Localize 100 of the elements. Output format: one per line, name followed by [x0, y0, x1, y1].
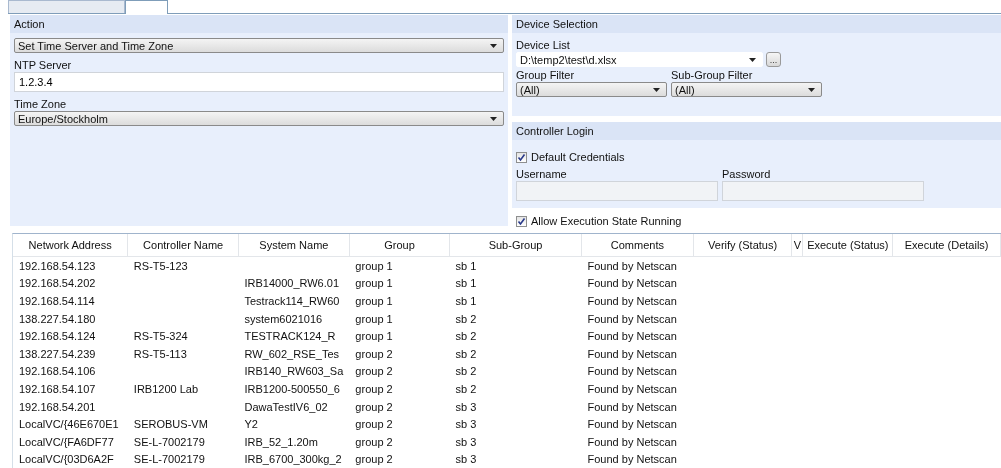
table-cell-text: 138.227.54.180 [18, 311, 97, 327]
column-header[interactable]: Network Address [13, 234, 128, 257]
table-cell-text: Found by Netscan [586, 452, 678, 468]
table-cell-text: LocalVC/{03D6A2F [18, 452, 115, 468]
table-cell: group 1 [349, 256, 450, 275]
table-cell-text: SEROBUS-VM [132, 417, 209, 433]
password-field[interactable] [722, 181, 924, 201]
table-cell-text: Found by Netscan [586, 364, 678, 380]
table-cell-text: Found by Netscan [586, 294, 678, 309]
table-cell-text: 138.227.54.239 [18, 346, 97, 362]
tab[interactable] [8, 0, 125, 13]
field-label: NTP Server [14, 59, 73, 72]
table-cell-text: sb 2 [454, 346, 478, 362]
field-label: Sub-Group Filter [671, 69, 754, 82]
checkbox[interactable] [516, 151, 527, 163]
field-label: Device List [516, 39, 571, 52]
device-list-combo[interactable]: D:\temp2\test\d.xlsx [516, 52, 763, 67]
table-cell-text: group 1 [354, 294, 394, 309]
section-header: Action [10, 15, 508, 33]
caret-icon [490, 116, 497, 121]
section-header: Device Selection [512, 15, 1001, 33]
table-cell: 192.168.54.123 [13, 256, 128, 275]
table-cell-text: IRB_52_1.20m [243, 434, 319, 450]
checkbox-label: Default Credentials [531, 151, 625, 163]
column-header[interactable]: Controller Name [127, 234, 239, 257]
browse-button[interactable]: ... [766, 52, 781, 67]
username-field[interactable] [516, 181, 718, 201]
input-field[interactable]: 1.2.3.4 [14, 72, 504, 92]
table-cell-text: 192.168.54.107 [18, 381, 97, 397]
table-cell-text: group 2 [354, 417, 394, 433]
table-cell-text: SE-L-7002179 [132, 434, 206, 450]
table-cell-text: sb 2 [454, 311, 478, 327]
table-cell-text: Found by Netscan [586, 311, 678, 327]
table-cell-text: LocalVC/{FA6DF77 [18, 434, 115, 450]
table-cell-text: group 2 [354, 434, 394, 450]
table-cell-text: LocalVC/{46E670E1 [18, 417, 120, 433]
column-header[interactable]: Execute (Details) [892, 234, 1001, 257]
table-cell-text: sb 3 [454, 399, 478, 415]
table-cell-text: SE-L-7002179 [132, 452, 206, 468]
table-cell-text: system6021016 [243, 311, 324, 327]
caret-icon [490, 43, 497, 48]
field-label: Username [516, 168, 568, 181]
table-cell-text: IRB140_RW603_Sa [243, 364, 345, 380]
table-cell-text: RS-T5-324 [132, 329, 189, 345]
table-cell-text: Found by Netscan [586, 276, 678, 292]
table-cell-text: 192.168.54.202 [18, 276, 97, 292]
table-cell-text: group 2 [354, 346, 394, 362]
column-header[interactable]: V [791, 234, 803, 257]
table-cell-text: 192.168.54.201 [18, 399, 97, 415]
checkbox-label: Allow Execution State Running [531, 215, 682, 227]
table-cell-text: 192.168.54.114 [18, 294, 96, 309]
table-cell-text: sb 2 [454, 364, 478, 380]
table-cell-text: Found by Netscan [586, 434, 678, 450]
column-header[interactable]: Verify (Status) [693, 234, 792, 257]
table-cell-text: Found by Netscan [586, 346, 678, 362]
table-cell-text: 192.168.54.124 [18, 329, 97, 345]
table-cell-text: group 1 [354, 329, 394, 345]
table-cell-text: sb 3 [454, 434, 478, 450]
table-cell-text: RS-T5-113 [132, 346, 188, 362]
field-label: Password [722, 168, 772, 181]
table-cell-text: group 2 [354, 399, 394, 415]
table-cell-text: group 1 [354, 311, 394, 327]
checkbox[interactable] [516, 215, 527, 227]
table-cell-text: sb 2 [454, 329, 478, 345]
table-cell-text: sb 1 [454, 276, 478, 292]
time-zone-dropdown[interactable]: Europe/Stockholm [14, 111, 504, 126]
table-cell-text: DawaTestIV6_02 [243, 399, 329, 415]
table-cell-text: sb 2 [454, 381, 478, 397]
table-cell-text: group 2 [354, 364, 394, 380]
tab[interactable] [125, 0, 168, 14]
sub-group-filter-dropdown[interactable]: (All) [671, 82, 822, 97]
table-cell-text: Y2 [243, 417, 259, 433]
table-cell-text: group 2 [354, 381, 394, 397]
table-cell: RS-T5-123 [127, 256, 239, 275]
section-header: Controller Login [512, 122, 1001, 140]
caret-icon [749, 57, 756, 62]
caret-icon [653, 87, 660, 92]
column-header[interactable]: Comments [581, 234, 694, 257]
table-cell-text: Found by Netscan [586, 417, 678, 433]
table-cell-text: RW_602_RSE_Tes [243, 346, 341, 362]
column-header[interactable]: Sub-Group [449, 234, 582, 257]
table-cell-text: group 2 [354, 452, 394, 468]
field-label: Group Filter [516, 69, 576, 82]
column-header[interactable]: Execute (Status) [802, 234, 893, 257]
table-cell-text: IRB_6700_300kg_2 [243, 452, 343, 468]
table-cell-text: IRB14000_RW6.01 [243, 276, 341, 292]
table-cell-text: sb 1 [454, 294, 478, 309]
group-filter-dropdown[interactable]: (All) [516, 82, 667, 97]
action-dropdown[interactable]: Set Time Server and Time Zone [14, 38, 504, 53]
column-header[interactable]: Group [349, 234, 450, 257]
table-cell: Found by Netscan [581, 256, 694, 275]
table-cell-text: TESTRACK124_R [243, 329, 337, 345]
table-cell-text: 192.168.54.106 [18, 364, 97, 380]
field-label: Time Zone [14, 98, 68, 111]
column-header[interactable]: System Name [238, 234, 350, 257]
table-cell-text: sb 3 [454, 452, 478, 468]
table-cell-text: IRB1200 Lab [132, 381, 200, 397]
table-cell: sb 1 [449, 256, 582, 275]
table-cell-text: Found by Netscan [586, 329, 678, 345]
table-cell-text: Testrack114_RW60 [243, 294, 341, 309]
